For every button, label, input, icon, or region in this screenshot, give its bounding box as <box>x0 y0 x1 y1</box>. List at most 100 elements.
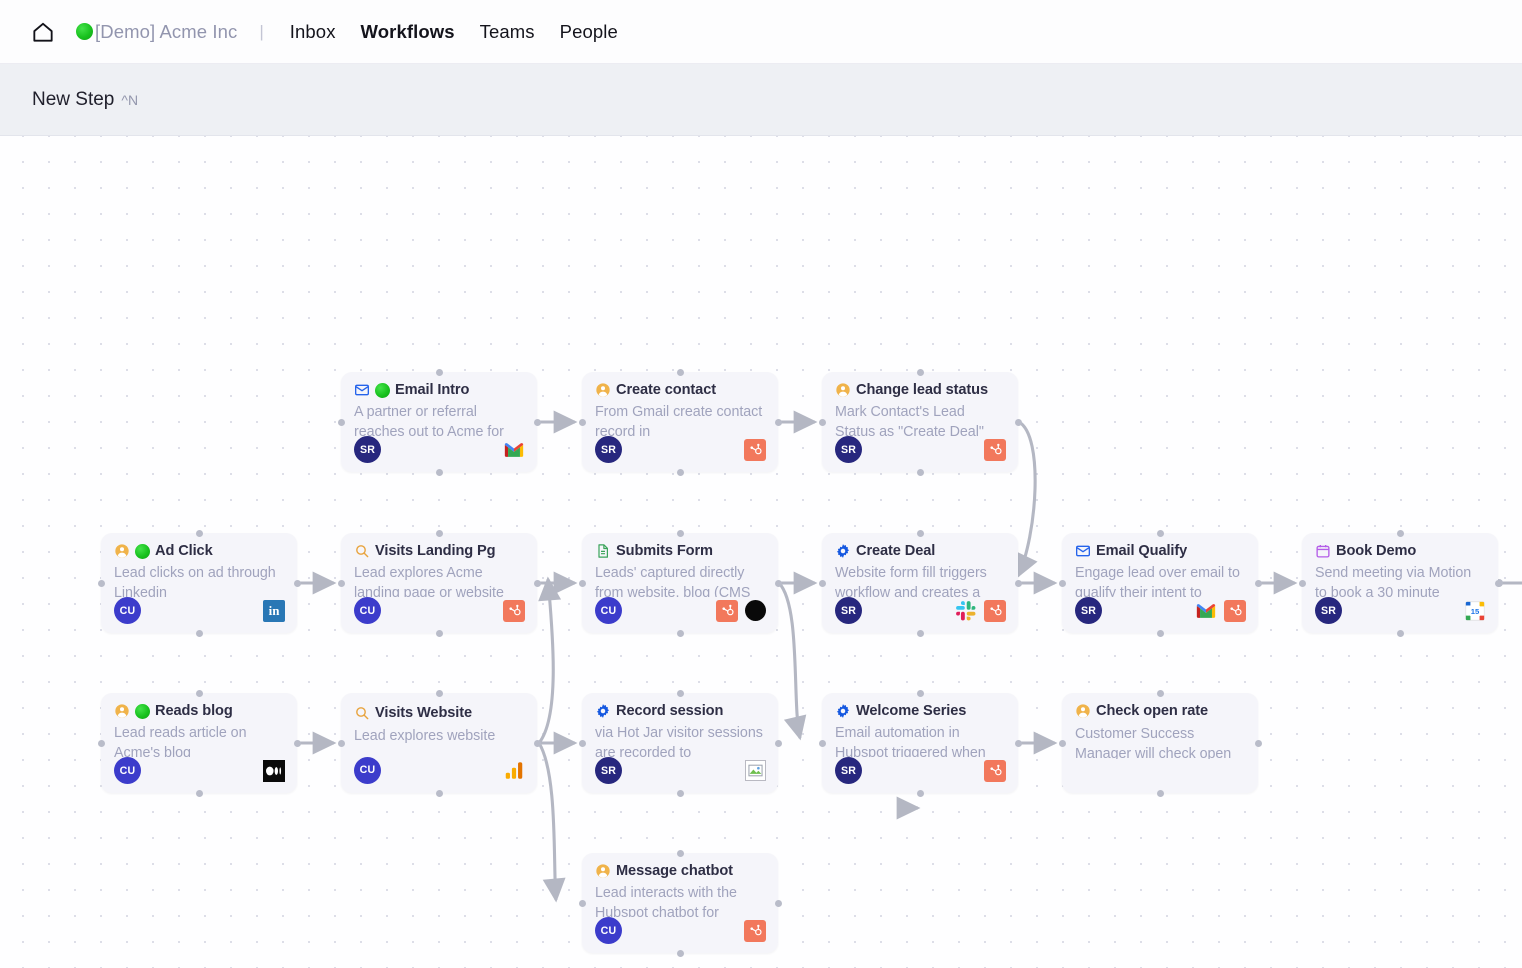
port-bottom[interactable] <box>196 630 203 637</box>
port-top[interactable] <box>917 369 924 376</box>
port-top[interactable] <box>196 690 203 697</box>
port-bottom[interactable] <box>677 469 684 476</box>
avatar[interactable]: SR <box>1315 597 1342 624</box>
port-top[interactable] <box>677 850 684 857</box>
node-check-open-rate[interactable]: Check open rate Customer Success Manager… <box>1062 693 1258 793</box>
port-top[interactable] <box>917 690 924 697</box>
port-top[interactable] <box>1157 690 1164 697</box>
port-left[interactable] <box>579 900 586 907</box>
port-right[interactable] <box>534 580 541 587</box>
nav-link-inbox[interactable]: Inbox <box>290 21 336 43</box>
port-bottom[interactable] <box>917 630 924 637</box>
port-right[interactable] <box>775 740 782 747</box>
port-bottom[interactable] <box>1157 790 1164 797</box>
port-right[interactable] <box>1255 740 1262 747</box>
node-submits-form[interactable]: Submits Form Leads' captured directly fr… <box>582 533 778 633</box>
port-top[interactable] <box>436 369 443 376</box>
nav-link-workflows[interactable]: Workflows <box>361 21 455 43</box>
port-bottom[interactable] <box>196 790 203 797</box>
port-right[interactable] <box>1255 580 1262 587</box>
port-left[interactable] <box>819 580 826 587</box>
port-top[interactable] <box>1157 530 1164 537</box>
port-top[interactable] <box>196 530 203 537</box>
port-right[interactable] <box>775 580 782 587</box>
node-welcome-series[interactable]: Welcome Series Email automation in Hubsp… <box>822 693 1018 793</box>
port-bottom[interactable] <box>677 790 684 797</box>
port-bottom[interactable] <box>677 950 684 957</box>
avatar[interactable]: SR <box>354 436 381 463</box>
avatar[interactable]: SR <box>595 436 622 463</box>
avatar[interactable]: SR <box>835 757 862 784</box>
port-bottom[interactable] <box>436 790 443 797</box>
port-right[interactable] <box>294 740 301 747</box>
port-left[interactable] <box>1299 580 1306 587</box>
node-visits-website[interactable]: Visits Website Lead explores website CU <box>341 693 537 793</box>
node-email-qualify[interactable]: Email Qualify Engage lead over email to … <box>1062 533 1258 633</box>
port-left[interactable] <box>98 580 105 587</box>
node-change-lead-status[interactable]: Change lead status Mark Contact's Lead S… <box>822 372 1018 472</box>
port-top[interactable] <box>677 690 684 697</box>
avatar[interactable]: CU <box>354 757 381 784</box>
port-bottom[interactable] <box>677 630 684 637</box>
port-bottom[interactable] <box>917 790 924 797</box>
port-left[interactable] <box>1059 740 1066 747</box>
avatar[interactable]: SR <box>595 757 622 784</box>
node-message-chatbot[interactable]: Message chatbot Lead interacts with the … <box>582 853 778 953</box>
node-record-session[interactable]: Record session via Hot Jar visitor sessi… <box>582 693 778 793</box>
port-right[interactable] <box>534 740 541 747</box>
node-reads-blog[interactable]: Reads blog Lead reads article on Acme's … <box>101 693 297 793</box>
port-right[interactable] <box>1495 580 1502 587</box>
port-right[interactable] <box>534 419 541 426</box>
port-top[interactable] <box>1397 530 1404 537</box>
svg-text:15: 15 <box>1471 606 1480 615</box>
port-left[interactable] <box>1059 580 1066 587</box>
port-top[interactable] <box>436 530 443 537</box>
port-right[interactable] <box>775 419 782 426</box>
nav-link-teams[interactable]: Teams <box>480 21 535 43</box>
node-email-intro[interactable]: Email Intro A partner or referral reache… <box>341 372 537 472</box>
hubspot-icon <box>503 600 525 622</box>
port-left[interactable] <box>819 419 826 426</box>
port-left[interactable] <box>819 740 826 747</box>
avatar[interactable]: SR <box>835 597 862 624</box>
wire-change-lead-status-email-qualify <box>1018 422 1035 576</box>
port-left[interactable] <box>338 580 345 587</box>
node-create-contact[interactable]: Create contact From Gmail create contact… <box>582 372 778 472</box>
port-bottom[interactable] <box>1157 630 1164 637</box>
port-left[interactable] <box>579 580 586 587</box>
port-right[interactable] <box>1015 740 1022 747</box>
home-icon[interactable] <box>30 19 56 45</box>
port-top[interactable] <box>677 530 684 537</box>
node-ad-click[interactable]: Ad Click Lead clicks on ad through Linke… <box>101 533 297 633</box>
avatar[interactable]: SR <box>1075 597 1102 624</box>
port-left[interactable] <box>338 740 345 747</box>
avatar[interactable]: CU <box>595 597 622 624</box>
avatar[interactable]: SR <box>835 436 862 463</box>
port-right[interactable] <box>1015 419 1022 426</box>
avatar[interactable]: CU <box>595 917 622 944</box>
node-visits-landing-pg[interactable]: Visits Landing Pg Lead explores Acme lan… <box>341 533 537 633</box>
port-right[interactable] <box>294 580 301 587</box>
port-bottom[interactable] <box>436 469 443 476</box>
avatar[interactable]: CU <box>114 597 141 624</box>
port-bottom[interactable] <box>1397 630 1404 637</box>
port-bottom[interactable] <box>917 469 924 476</box>
port-left[interactable] <box>579 419 586 426</box>
workflow-canvas[interactable]: Email Intro A partner or referral reache… <box>0 136 1522 968</box>
avatar[interactable]: CU <box>114 757 141 784</box>
port-left[interactable] <box>579 740 586 747</box>
port-right[interactable] <box>1015 580 1022 587</box>
port-left[interactable] <box>338 419 345 426</box>
port-right[interactable] <box>775 900 782 907</box>
node-create-deal[interactable]: Create Deal Website form fill triggers w… <box>822 533 1018 633</box>
port-top[interactable] <box>436 690 443 697</box>
port-bottom[interactable] <box>436 630 443 637</box>
port-top[interactable] <box>917 530 924 537</box>
org-selector[interactable]: [Demo] Acme Inc <box>76 21 237 43</box>
avatar[interactable]: CU <box>354 597 381 624</box>
port-top[interactable] <box>677 369 684 376</box>
port-left[interactable] <box>98 740 105 747</box>
node-book-demo[interactable]: Book Demo Send meeting via Motion to boo… <box>1302 533 1498 633</box>
nav-link-people[interactable]: People <box>560 21 618 43</box>
new-step-button[interactable]: New Step ^N <box>32 89 138 111</box>
